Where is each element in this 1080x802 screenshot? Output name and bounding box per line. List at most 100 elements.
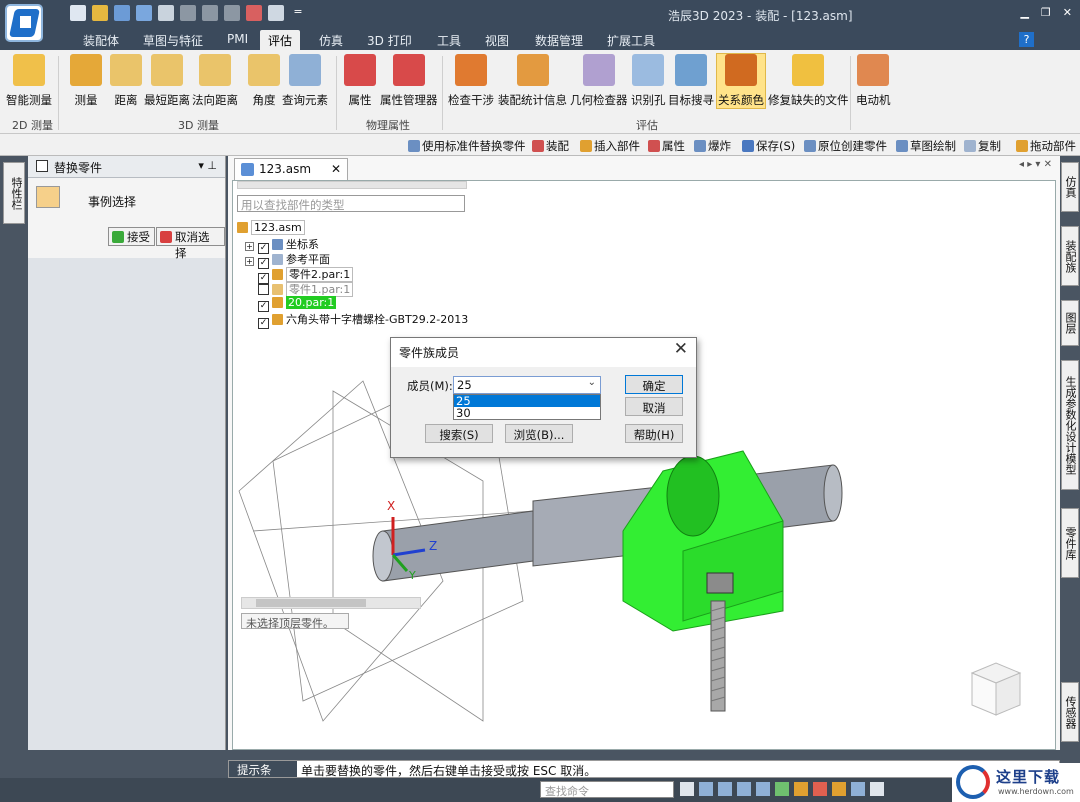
ok-button[interactable]: 确定 — [625, 375, 683, 394]
sketch-button[interactable]: 草图绘制 — [896, 138, 956, 154]
replace-icon[interactable] — [224, 5, 240, 21]
select-icon[interactable] — [268, 5, 284, 21]
chevron-down-icon[interactable]: ⌄ — [588, 377, 596, 388]
tree-item-20-par[interactable]: ✓ 20.par:1 — [237, 296, 477, 312]
cancel-button[interactable]: 取消 — [625, 397, 683, 416]
drag-component-button[interactable]: 拖动部件 — [1016, 138, 1076, 154]
document-tab[interactable]: 123.asm ✕ — [234, 158, 348, 180]
target-search-button[interactable]: 目标搜寻 — [668, 54, 714, 108]
undo-icon[interactable] — [180, 5, 196, 21]
tab-data-management[interactable]: 数据管理 — [532, 32, 586, 49]
tree-item-coordinate-system[interactable]: + ✓ 坐标系 — [237, 236, 477, 254]
properties-tool-button[interactable]: 属性 — [648, 138, 685, 154]
copy-button[interactable]: 复制 — [964, 138, 1001, 154]
right-tab-simulation[interactable]: 仿真 — [1061, 162, 1079, 212]
redo-icon[interactable] — [202, 5, 218, 21]
expand-icon[interactable]: + — [245, 257, 254, 266]
tree-item-part2[interactable]: ✓ 零件2.par:1 — [237, 266, 477, 284]
right-tab-part-library[interactable]: 零件库 — [1061, 508, 1079, 578]
tree-item-bolt[interactable]: ✓ 六角头带十字槽螺栓-GBT29.2-2013 — [237, 311, 477, 329]
print-icon[interactable] — [158, 5, 174, 21]
query-element-button[interactable]: 查询元素 — [282, 54, 328, 108]
help-icon[interactable]: ? — [1019, 32, 1034, 47]
right-tab-layers[interactable]: 图层 — [1061, 300, 1079, 346]
accept-button[interactable]: 接受 — [108, 227, 155, 246]
app-logo[interactable] — [5, 4, 43, 42]
assemble-button[interactable]: 装配 — [532, 138, 569, 154]
save-as-icon[interactable] — [136, 5, 152, 21]
view-orientation-icon[interactable] — [794, 782, 808, 796]
tab-3d-print[interactable]: 3D 打印 — [364, 32, 415, 49]
motor-button[interactable]: 电动机 — [856, 54, 891, 108]
close-tab-icon[interactable]: ✕ — [331, 162, 341, 176]
right-tab-sensors[interactable]: 传感器 — [1061, 682, 1079, 742]
visibility-checkbox[interactable]: ✓ — [258, 318, 269, 329]
check-interference-button[interactable]: 检查干涉 — [448, 54, 494, 108]
tab-tools[interactable]: 工具 — [434, 32, 464, 49]
properties-bar-tab[interactable]: 特性栏 — [3, 162, 25, 224]
tab-evaluate[interactable]: 评估 — [260, 30, 301, 50]
minimize-button[interactable]: ▁ — [1020, 6, 1028, 19]
tab-assembly[interactable]: 装配体 — [80, 32, 122, 49]
member-option[interactable]: 30 — [454, 407, 600, 419]
zoom-icon[interactable] — [718, 782, 732, 796]
right-tab-parametric-design[interactable]: 生成参数化设计模型 — [1061, 360, 1079, 490]
explode-button[interactable]: 爆炸 — [694, 138, 731, 154]
save-tool-button[interactable]: 保存(S) — [742, 138, 795, 154]
geometry-checker-button[interactable]: 几何检查器 — [570, 54, 628, 108]
angle-button[interactable]: 角度 — [248, 54, 280, 108]
assembly-statistics-button[interactable]: 装配统计信息 — [498, 54, 567, 108]
panel-pin-icon[interactable]: ▾ ⊥ — [198, 159, 217, 172]
arrow-icon[interactable] — [680, 782, 694, 796]
pan-icon[interactable] — [756, 782, 770, 796]
tree-root[interactable]: 123.asm — [237, 220, 477, 236]
cancel-selection-button[interactable]: 取消选择 — [156, 227, 225, 260]
search-button[interactable]: 搜索(S) — [425, 424, 493, 443]
measure-button[interactable]: 测量 — [70, 54, 102, 108]
properties-button[interactable]: 属性 — [344, 54, 376, 108]
find-command-input[interactable]: 查找命令 — [540, 781, 674, 798]
distance-button[interactable]: 距离 — [110, 54, 142, 108]
relationship-color-button[interactable]: 关系颜色 — [716, 53, 766, 109]
browse-button[interactable]: 浏览(B)... — [505, 424, 573, 443]
section-icon[interactable] — [851, 782, 865, 796]
tree-item-part1[interactable]: 零件1.par:1 — [237, 281, 477, 297]
zoom-area-icon[interactable] — [699, 782, 713, 796]
right-tab-assembly-family[interactable]: 装配族 — [1061, 226, 1079, 286]
customize-icon[interactable]: = — [290, 5, 306, 21]
tab-simulation[interactable]: 仿真 — [316, 32, 346, 49]
open-icon[interactable] — [92, 5, 108, 21]
repair-missing-files-button[interactable]: 修复缺失的文件 — [768, 54, 849, 108]
tree-search-input[interactable]: 用以查找部件的类型 — [237, 195, 465, 212]
shading-icon[interactable] — [813, 782, 827, 796]
settings-icon[interactable] — [870, 782, 884, 796]
member-option[interactable]: 25 — [454, 395, 600, 407]
color-icon[interactable] — [246, 5, 262, 21]
save-icon[interactable] — [114, 5, 130, 21]
restore-button[interactable]: ❐ — [1041, 6, 1051, 19]
model-canvas[interactable]: X Z Y 用以查找部件的类型 123.asm + ✓ 坐标系 + ✓ 参考平面 ✓ 零件… — [232, 180, 1056, 750]
close-button[interactable]: ✕ — [1063, 6, 1072, 19]
new-icon[interactable] — [70, 5, 86, 21]
smart-measure-button[interactable]: 智能测量 — [6, 54, 52, 108]
member-select[interactable]: 25 ⌄ — [453, 376, 601, 394]
fit-icon[interactable] — [737, 782, 751, 796]
tree-horizontal-scrollbar[interactable] — [241, 597, 421, 609]
shortest-distance-button[interactable]: 最短距离 — [144, 54, 190, 108]
property-manager-button[interactable]: 属性管理器 — [380, 54, 438, 108]
tab-nav-icon[interactable]: ◂ ▸ ▾ ✕ — [1019, 159, 1052, 170]
replace-with-standard-part-button[interactable]: 使用标准件替换零件 — [408, 138, 526, 154]
visibility-checkbox[interactable] — [258, 284, 269, 295]
tab-extension-tools[interactable]: 扩展工具 — [604, 32, 658, 49]
identify-holes-button[interactable]: 识别孔 — [631, 54, 666, 108]
rotate-icon[interactable] — [775, 782, 789, 796]
view-cube-icon[interactable] — [968, 659, 1024, 719]
instance-select-icon[interactable] — [36, 186, 60, 208]
tab-pmi[interactable]: PMI — [224, 32, 251, 46]
tab-sketch-features[interactable]: 草图与特征 — [140, 32, 206, 49]
normal-distance-button[interactable]: 法向距离 — [192, 54, 238, 108]
insert-component-button[interactable]: 插入部件 — [580, 138, 640, 154]
tree-resize-handle[interactable] — [237, 181, 467, 189]
create-in-place-button[interactable]: 原位创建零件 — [804, 138, 887, 154]
dialog-close-icon[interactable]: ✕ — [674, 339, 688, 359]
